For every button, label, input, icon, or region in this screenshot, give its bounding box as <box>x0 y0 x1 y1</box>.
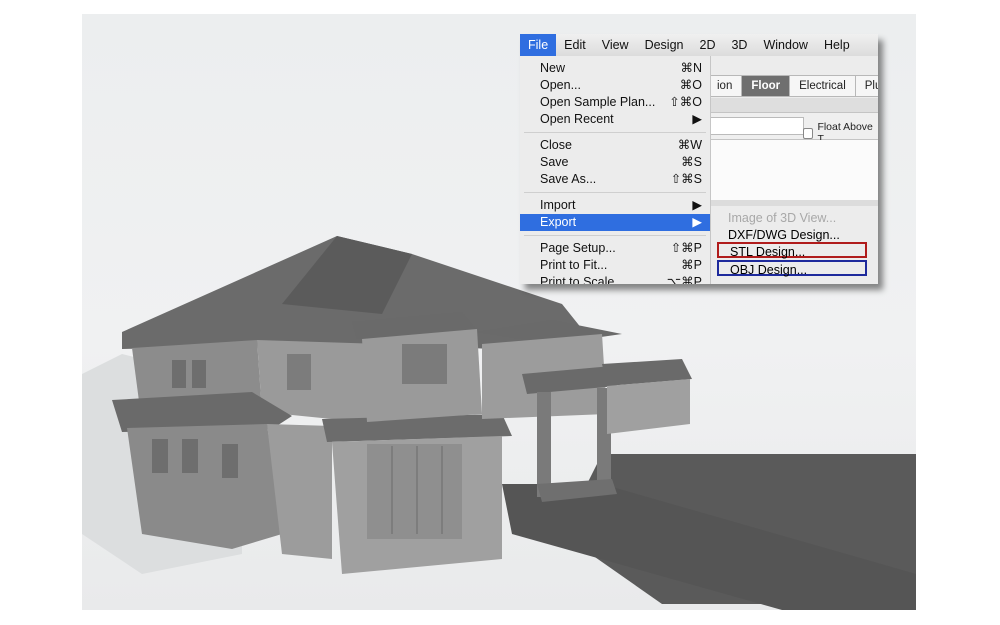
menu-bar: File Edit View Design 2D 3D Window Help <box>520 34 878 57</box>
menu-view[interactable]: View <box>594 34 637 56</box>
menu-item-label: Open Recent <box>540 112 614 126</box>
menu-item-shortcut: ⌘W <box>677 138 702 152</box>
submenu-item-dxf-dwg-design[interactable]: DXF/DWG Design... <box>717 227 878 243</box>
window-4 <box>182 439 198 473</box>
menu-item-shortcut: ⌥⌘P <box>666 275 702 284</box>
menu-3d[interactable]: 3D <box>723 34 755 56</box>
chevron-right-icon: ▶ <box>692 215 702 229</box>
menu-window[interactable]: Window <box>755 34 815 56</box>
menu-item-open-sample-plan[interactable]: Open Sample Plan... ⇧⌘O <box>520 94 710 111</box>
menu-item-save-as[interactable]: Save As... ⇧⌘S <box>520 171 710 188</box>
lower-wall-left <box>127 424 282 549</box>
tab-floor[interactable]: Floor <box>742 75 791 97</box>
menu-item-shortcut: ⌘N <box>680 61 702 75</box>
menu-item-label: Import <box>540 198 576 212</box>
menu-item-close[interactable]: Close ⌘W <box>520 137 710 154</box>
menu-item-shortcut: ⌘P <box>681 258 702 272</box>
menu-separator <box>524 192 706 193</box>
menu-separator <box>524 235 706 236</box>
menu-item-label: Save <box>540 155 569 169</box>
lower-wall-front <box>267 424 332 559</box>
window-6 <box>287 354 311 390</box>
menu-2d[interactable]: 2D <box>692 34 724 56</box>
menu-screenshot: File Edit View Design 2D 3D Window Help … <box>520 34 878 284</box>
menu-item-label: Save As... <box>540 172 597 186</box>
tab-plumbing[interactable]: Plun <box>855 75 878 97</box>
viewport-3d[interactable]: File Edit View Design 2D 3D Window Help … <box>82 14 916 610</box>
menu-item-new[interactable]: New ⌘N <box>520 60 710 77</box>
view-tabs: ion Floor Electrical Plun <box>708 75 878 97</box>
menu-item-open-recent[interactable]: Open Recent ▶ <box>520 111 710 128</box>
menu-item-label: Open Sample Plan... <box>540 95 656 109</box>
submenu-item-stl-design[interactable]: STL Design... <box>717 242 867 259</box>
menu-help[interactable]: Help <box>816 34 858 56</box>
portico-column-left <box>537 392 551 497</box>
menu-item-print-to-scale[interactable]: Print to Scale... ⌥⌘P <box>520 274 710 284</box>
menu-item-label: Close <box>540 138 572 152</box>
menu-item-shortcut: ⌘O <box>679 78 702 92</box>
menu-file[interactable]: File <box>520 34 557 56</box>
menu-item-label: Export <box>540 215 577 229</box>
window-1 <box>172 360 186 388</box>
menu-edit[interactable]: Edit <box>556 34 594 56</box>
menu-item-import[interactable]: Import ▶ <box>520 197 710 214</box>
tab-construction[interactable]: ion <box>708 75 743 97</box>
submenu-item-obj-design[interactable]: OBJ Design... <box>717 260 867 277</box>
menu-item-export[interactable]: Export ▶ <box>520 214 710 231</box>
menu-item-print-to-fit[interactable]: Print to Fit... ⌘P <box>520 257 710 274</box>
menu-item-label: Open... <box>540 78 581 92</box>
file-menu-dropdown: New ⌘N Open... ⌘O Open Sample Plan... ⇧⌘… <box>520 56 711 284</box>
menu-design[interactable]: Design <box>637 34 692 56</box>
submenu-item-image-of-3d-view: Image of 3D View... <box>728 211 837 225</box>
chevron-right-icon: ▶ <box>692 112 702 126</box>
export-submenu: Image of 3D View... DXF/DWG Design... ST… <box>711 206 878 284</box>
menu-separator <box>524 132 706 133</box>
menu-item-save[interactable]: Save ⌘S <box>520 154 710 171</box>
name-field[interactable] <box>708 117 804 135</box>
window-5 <box>222 444 238 478</box>
tab-electrical[interactable]: Electrical <box>790 75 856 97</box>
window-2 <box>192 360 206 388</box>
menu-item-page-setup[interactable]: Page Setup... ⇧⌘P <box>520 240 710 257</box>
menu-item-open[interactable]: Open... ⌘O <box>520 77 710 94</box>
menu-item-label: Print to Fit... <box>540 258 608 272</box>
menu-item-label: Page Setup... <box>540 241 616 255</box>
checkbox-box[interactable] <box>803 127 814 139</box>
bay-window <box>367 444 462 539</box>
menu-item-shortcut: ⇧⌘O <box>669 95 702 109</box>
window-3 <box>152 439 168 473</box>
menu-item-shortcut: ⇧⌘S <box>670 172 702 186</box>
canvas-area[interactable] <box>708 140 878 200</box>
chevron-right-icon: ▶ <box>692 198 702 212</box>
center-window <box>402 344 447 384</box>
menu-item-shortcut: ⌘S <box>681 155 702 169</box>
tab-strip <box>708 98 878 113</box>
garage-wall <box>607 379 690 434</box>
menu-item-label: Print to Scale... <box>540 275 625 284</box>
menu-item-shortcut: ⇧⌘P <box>670 241 702 255</box>
menu-item-label: New <box>540 61 566 75</box>
